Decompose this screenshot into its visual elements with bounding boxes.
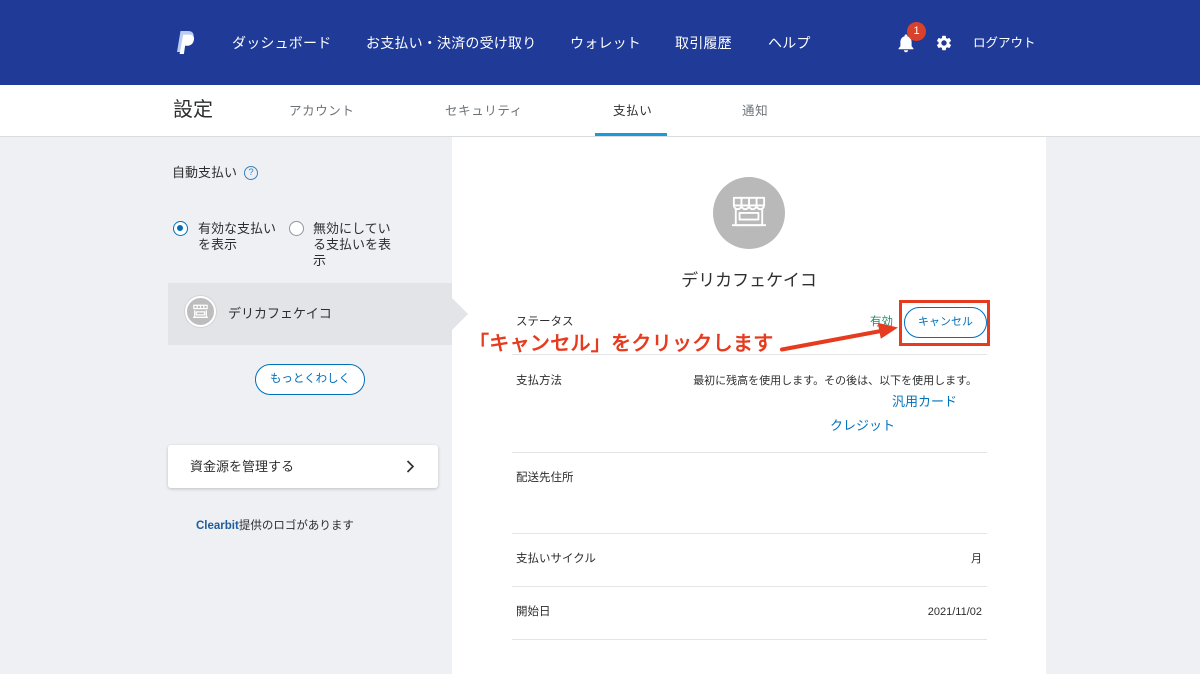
manage-funding-label: 資金源を管理する <box>190 459 295 474</box>
billing-cycle-value: 月 <box>971 553 982 565</box>
store-icon <box>193 304 208 318</box>
row-divider <box>512 533 987 534</box>
radio-inactive-payments[interactable] <box>289 221 304 236</box>
settings-button[interactable] <box>935 34 953 52</box>
question-circle-icon[interactable] <box>244 166 258 180</box>
tab-security[interactable]: セキュリティ <box>445 103 523 119</box>
page-title: 設定 <box>173 99 213 121</box>
status-label: ステータス <box>516 316 574 328</box>
merchant-list-name: デリカフェケイコ <box>228 306 332 321</box>
gear-icon <box>936 35 952 51</box>
nav-payments[interactable]: お支払い・決済の受け取り <box>366 33 536 53</box>
annotation-text: 「キャンセル」をクリックします <box>469 333 774 355</box>
merchant-logo <box>185 296 216 327</box>
tab-notifications[interactable]: 通知 <box>742 103 768 119</box>
start-date-label: 開始日 <box>516 606 551 618</box>
logout-link[interactable]: ログアウト <box>973 35 1036 51</box>
app-root: ダッシュボード お支払い・決済の受け取り ウォレット 取引履歴 ヘルプ 1 ログ… <box>0 0 1200 674</box>
billing-cycle-label: 支払いサイクル <box>516 553 596 565</box>
clearbit-note: 提供のロゴがあります <box>238 520 354 532</box>
merchant-list-item[interactable]: デリカフェケイコ <box>168 283 468 345</box>
paypal-logo-icon[interactable] <box>174 29 197 56</box>
shipping-address-label: 配送先住所 <box>516 472 574 484</box>
learn-more-button[interactable]: もっとくわしく <box>255 364 365 395</box>
nav-wallet[interactable]: ウォレット <box>570 33 641 53</box>
notification-badge: 1 <box>907 22 926 41</box>
store-icon <box>732 196 766 227</box>
chevron-right-icon <box>406 460 415 473</box>
sidebar: 自動支払い 有効な支払いを表示 無効にしている支払いを表示 デリカフェケイコ <box>0 137 468 674</box>
tab-account[interactable]: アカウント <box>289 103 355 119</box>
active-tab-indicator <box>595 133 667 136</box>
payment-method-credit[interactable]: クレジット <box>830 417 895 434</box>
section-title: 自動支払い <box>172 165 238 180</box>
tab-payments[interactable]: 支払い <box>613 103 652 119</box>
radio-label-active-payments[interactable]: 有効な支払いを表示 <box>198 221 280 253</box>
clearbit-attribution: Clearbit提供のロゴがあります <box>196 519 354 534</box>
nav-dashboard[interactable]: ダッシュボード <box>232 33 331 53</box>
top-nav: ダッシュボード お支払い・決済の受け取り ウォレット 取引履歴 ヘルプ 1 ログ… <box>0 0 1200 85</box>
radio-label-inactive-payments[interactable]: 無効にしている支払いを表示 <box>313 221 395 269</box>
manage-funding-sources-card[interactable]: 資金源を管理する <box>168 445 438 488</box>
nav-help[interactable]: ヘルプ <box>768 33 811 53</box>
merchant-avatar <box>713 177 785 249</box>
arrow-right-icon <box>780 322 898 352</box>
row-divider <box>512 452 987 453</box>
nav-activity[interactable]: 取引履歴 <box>675 33 732 53</box>
payment-method-label: 支払方法 <box>516 375 562 387</box>
clearbit-brand: Clearbit <box>196 520 239 532</box>
radio-active-payments[interactable] <box>173 221 188 236</box>
selection-pointer <box>452 298 468 330</box>
annotation-highlight-box <box>899 300 990 346</box>
payment-method-general-card[interactable]: 汎用カード <box>892 393 957 410</box>
merchant-name: デリカフェケイコ <box>681 271 817 290</box>
start-date-value: 2021/11/02 <box>927 606 982 618</box>
row-divider <box>512 639 987 640</box>
payment-method-description: 最初に残高を使用します。その後は、以下を使用します。 <box>693 375 977 387</box>
row-divider <box>512 586 987 587</box>
